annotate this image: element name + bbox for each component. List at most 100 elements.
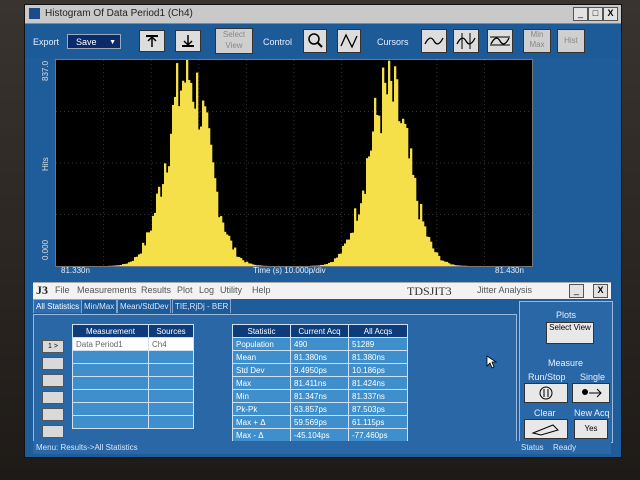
cursor-horizontal-button[interactable] xyxy=(487,29,513,53)
hist-button[interactable]: Hist xyxy=(557,29,585,53)
histogram-plot[interactable] xyxy=(55,59,533,267)
col-header-all-acqs: All Acqs xyxy=(348,324,408,338)
menu-log[interactable]: Log xyxy=(199,285,214,295)
histogram-bar xyxy=(246,261,249,266)
histogram-bar xyxy=(332,261,335,266)
minmax-button[interactable]: Min Max xyxy=(523,29,551,53)
source-cell xyxy=(148,376,194,390)
row-select-button-3[interactable] xyxy=(42,374,64,387)
histogram-bar xyxy=(190,82,193,266)
menu-utility[interactable]: Utility xyxy=(220,285,242,295)
histogram-bar xyxy=(236,256,239,266)
histogram-bar xyxy=(410,148,413,266)
histogram-bar xyxy=(220,216,223,266)
menu-plot[interactable]: Plot xyxy=(177,285,193,295)
y-min-label: 0.000 xyxy=(41,239,50,260)
histogram-bar xyxy=(412,174,415,266)
menu-help[interactable]: Help xyxy=(252,285,271,295)
table-row[interactable] xyxy=(72,350,194,364)
col-header-current-acq: Current Acq xyxy=(290,324,349,338)
stat-all: 87.503ps xyxy=(348,402,408,416)
histogram-bar xyxy=(182,80,185,267)
histogram-bar xyxy=(184,82,187,266)
panel-minimize-button[interactable]: _ xyxy=(569,284,584,298)
tab-tie-rjdj-ber[interactable]: TIE,RjDj - BER xyxy=(172,299,232,313)
histogram-bar xyxy=(356,220,359,266)
row-select-button-5[interactable] xyxy=(42,408,64,421)
arrow-down-bar-icon xyxy=(182,35,194,47)
row-select-button-2[interactable] xyxy=(42,357,64,370)
zoom-in-view-button[interactable] xyxy=(139,30,165,52)
table-row[interactable]: Data Period1 Ch4 xyxy=(72,337,194,351)
plots-select-view-button[interactable]: Select View xyxy=(546,322,594,344)
minimize-button[interactable]: _ xyxy=(573,7,588,21)
histogram-bar xyxy=(326,264,329,266)
app-subtitle: Jitter Analysis xyxy=(477,285,533,295)
histogram-bar xyxy=(166,172,169,266)
histogram-bar xyxy=(352,232,355,266)
histogram-bar xyxy=(382,67,385,266)
histogram-bar xyxy=(432,248,435,266)
export-select[interactable]: Save ▼ xyxy=(67,34,121,49)
table-row[interactable] xyxy=(72,363,194,377)
source-cell xyxy=(148,363,194,377)
histogram-bar xyxy=(148,232,151,266)
single-label: Single xyxy=(580,372,606,382)
histogram-bar xyxy=(338,253,341,266)
table-row[interactable] xyxy=(72,389,194,403)
zoom-out-view-button[interactable] xyxy=(175,30,201,52)
measurement-cell xyxy=(72,402,149,416)
measurement-cell xyxy=(72,350,149,364)
close-button[interactable]: X xyxy=(603,7,618,21)
tab-min-max[interactable]: Min/Max xyxy=(81,299,118,313)
panel-close-button[interactable]: X xyxy=(593,284,608,298)
measurement-table: Measurement Sources Data Period1 Ch4 xyxy=(72,324,194,429)
row-select-button-4[interactable] xyxy=(42,391,64,404)
histogram-bar xyxy=(174,96,177,266)
menu-file[interactable]: File xyxy=(55,285,70,295)
histogram-bar xyxy=(188,80,191,266)
histogram-bar xyxy=(420,203,423,266)
pan-button[interactable] xyxy=(337,29,361,53)
histogram-bar xyxy=(238,256,241,266)
histogram-bar xyxy=(234,247,237,266)
stat-current: 63.857ps xyxy=(290,402,349,416)
source-cell xyxy=(148,402,194,416)
table-row[interactable] xyxy=(72,402,194,416)
histogram-bar xyxy=(154,212,157,266)
histogram-bar xyxy=(346,239,349,266)
table-row[interactable] xyxy=(72,376,194,390)
histogram-bar xyxy=(158,186,161,266)
histogram-bar xyxy=(134,257,137,266)
histogram-bar xyxy=(354,208,357,266)
tab-mean-stddev[interactable]: Mean/StdDev xyxy=(117,299,172,313)
clear-button[interactable] xyxy=(524,419,568,439)
new-acq-yes-button[interactable]: Yes xyxy=(574,419,608,439)
row-select-button-1[interactable]: 1 > xyxy=(42,340,64,353)
histogram-bar xyxy=(328,262,331,266)
tab-all-statistics[interactable]: All Statistics xyxy=(33,299,83,313)
control-panel: Plots Select View Measure Run/Stop Singl… xyxy=(519,301,613,443)
maximize-button[interactable]: □ xyxy=(588,7,603,21)
cursor-waveform-button[interactable] xyxy=(421,29,447,53)
app-icon xyxy=(29,8,40,19)
histogram-bar xyxy=(444,261,447,266)
menu-measurements[interactable]: Measurements xyxy=(77,285,137,295)
table-row: Pk-Pk 63.857ps 87.503ps xyxy=(232,402,408,416)
stat-name: Min xyxy=(232,389,291,403)
table-row[interactable] xyxy=(72,415,194,429)
histogram-bar xyxy=(128,262,131,266)
histogram-bar xyxy=(430,241,433,266)
zoom-button[interactable] xyxy=(303,29,327,53)
run-stop-button[interactable] xyxy=(524,383,568,403)
row-select-button-6[interactable] xyxy=(42,425,64,438)
histogram-bar xyxy=(146,232,149,266)
stat-current: 81.380ns xyxy=(290,350,349,364)
cursor-vertical-button[interactable] xyxy=(453,29,479,53)
single-button[interactable] xyxy=(572,383,610,403)
menu-results[interactable]: Results xyxy=(141,285,171,295)
select-view-button[interactable]: Select View xyxy=(215,28,253,54)
status-bar: Menu: Results->All Statistics Status Rea… xyxy=(33,441,611,454)
histogram-bar xyxy=(206,112,209,266)
table-row: Max - Δ -45.104ps -77.460ps xyxy=(232,428,408,442)
